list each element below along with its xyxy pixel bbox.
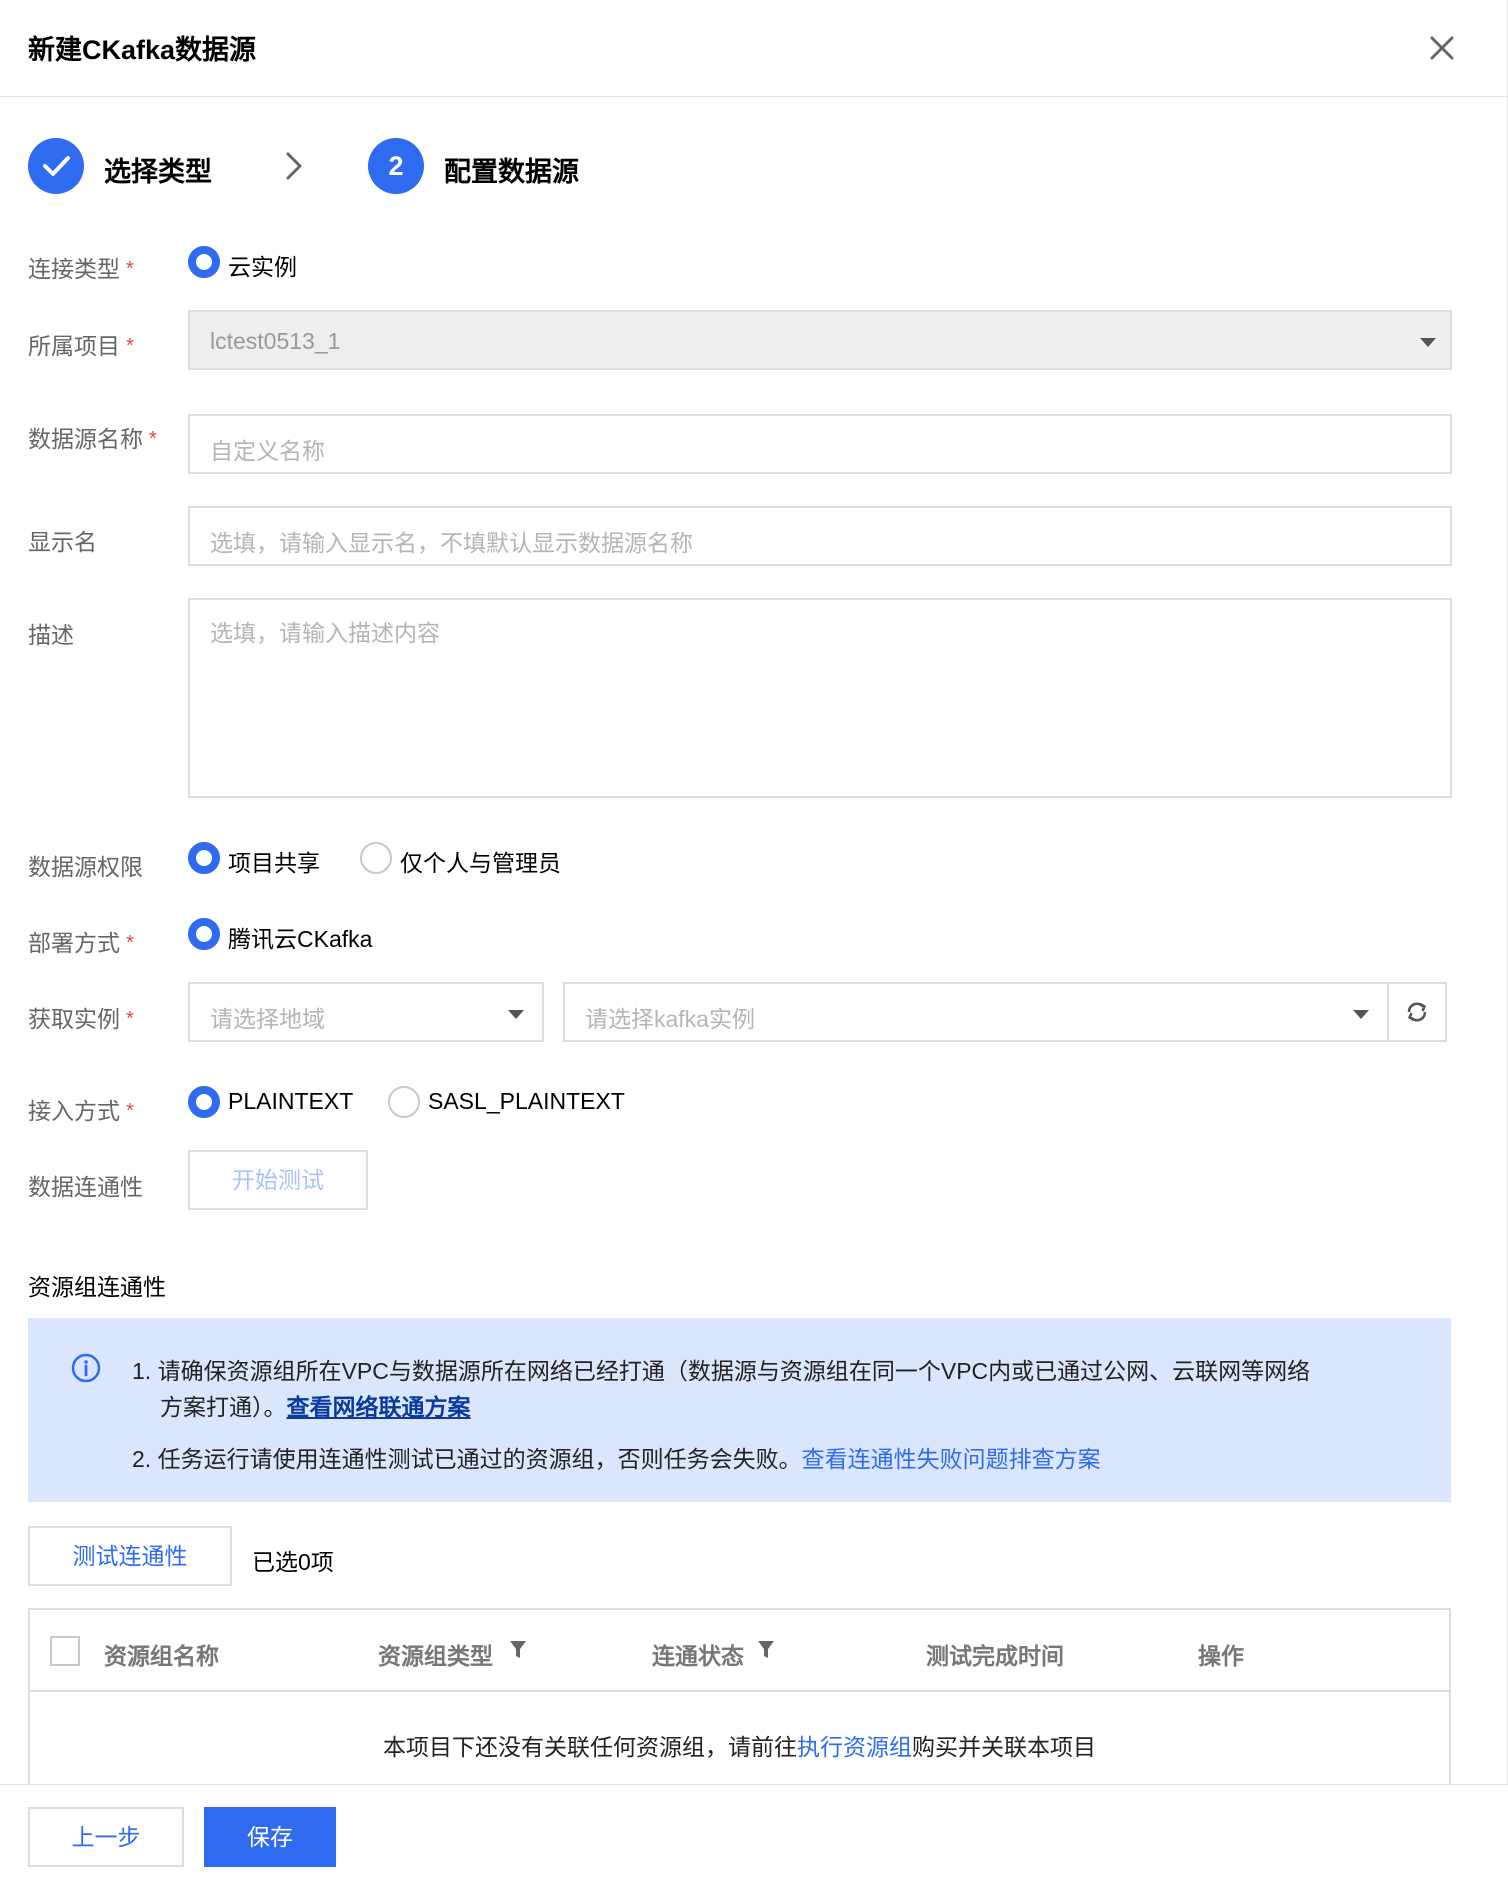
test-connectivity-button[interactable]: 测试连通性 (28, 1526, 232, 1586)
datasource-name-placeholder: 自定义名称 (210, 438, 325, 464)
col-test-time: 测试完成时间 (926, 1643, 1064, 1669)
chevron-down-icon (1353, 1010, 1369, 1019)
region-select[interactable]: 请选择地域 (188, 982, 544, 1042)
dialog-header: 新建CKafka数据源 (0, 0, 1508, 97)
info-icon (70, 1352, 102, 1389)
step-1-check-icon (28, 138, 84, 194)
connection-type-label: 连接类型 * (28, 256, 134, 282)
chevron-right-icon (282, 150, 306, 187)
table-empty-message: 本项目下还没有关联任何资源组，请前往执行资源组购买并关联本项目 (383, 1734, 1096, 1760)
display-name-input[interactable]: 选填，请输入显示名，不填默认显示数据源名称 (188, 506, 1452, 566)
prev-step-button[interactable]: 上一步 (28, 1807, 184, 1867)
notice-line-2: 方案打通）。查看网络联通方案 (160, 1394, 471, 1420)
step-1-label: 选择类型 (104, 157, 212, 187)
col-type: 资源组类型 (378, 1643, 493, 1669)
radio-sasl-plaintext[interactable] (388, 1086, 420, 1118)
display-name-label: 显示名 (28, 529, 97, 555)
dialog-footer: 上一步 保存 (0, 1784, 1508, 1884)
notice-banner: 1. 请确保资源组所在VPC与数据源所在网络已经打通（数据源与资源组在同一个VP… (28, 1318, 1451, 1502)
radio-plaintext[interactable] (188, 1086, 220, 1118)
col-status: 连通状态 (652, 1643, 744, 1669)
radio-sasl-plaintext-label: SASL_PLAINTEXT (428, 1088, 625, 1114)
description-placeholder: 选填，请输入描述内容 (210, 620, 440, 646)
col-actions: 操作 (1198, 1643, 1244, 1669)
datasource-name-input[interactable]: 自定义名称 (188, 414, 1452, 474)
resource-group-table: 资源组名称 资源组类型 连通状态 测试完成时间 操作 本项目下还没有关联任何资源… (28, 1608, 1451, 1788)
step-2-number: 2 (368, 138, 424, 194)
radio-cloud-instance[interactable] (188, 246, 220, 278)
col-name: 资源组名称 (104, 1643, 219, 1669)
description-label: 描述 (28, 622, 74, 648)
radio-personal-admin[interactable] (360, 842, 392, 874)
kafka-instance-placeholder: 请选择kafka实例 (585, 1006, 755, 1032)
filter-icon[interactable] (508, 1639, 528, 1666)
radio-project-shared-label: 项目共享 (228, 850, 320, 876)
radio-personal-admin-label: 仅个人与管理员 (400, 850, 561, 876)
notice-line-3: 2. 任务运行请使用连通性测试已通过的资源组，否则任务会失败。查看连通性失败问题… (132, 1446, 1101, 1472)
network-solution-link[interactable]: 查看网络联通方案 (287, 1394, 471, 1420)
description-textarea[interactable]: 选填，请输入描述内容 (188, 598, 1452, 798)
filter-icon[interactable] (756, 1639, 776, 1666)
resource-group-title: 资源组连通性 (28, 1274, 166, 1300)
project-value: lctest0513_1 (210, 328, 341, 354)
refresh-button[interactable] (1387, 982, 1447, 1042)
radio-cloud-instance-label: 云实例 (228, 254, 297, 280)
refresh-icon (1407, 1002, 1427, 1022)
save-button[interactable]: 保存 (204, 1807, 336, 1867)
troubleshoot-link[interactable]: 查看连通性失败问题排查方案 (802, 1446, 1101, 1472)
project-select[interactable]: lctest0513_1 (188, 310, 1452, 370)
chevron-down-icon (508, 1010, 524, 1019)
radio-tencent-ckafka[interactable] (188, 918, 220, 950)
access-mode-label: 接入方式 * (28, 1098, 134, 1124)
close-icon[interactable] (1422, 28, 1462, 68)
display-name-placeholder: 选填，请输入显示名，不填默认显示数据源名称 (210, 530, 693, 556)
table-header: 资源组名称 资源组类型 连通状态 测试完成时间 操作 (30, 1610, 1449, 1692)
kafka-instance-select[interactable]: 请选择kafka实例 (563, 982, 1389, 1042)
select-all-checkbox[interactable] (50, 1636, 80, 1666)
radio-project-shared[interactable] (188, 842, 220, 874)
start-test-button[interactable]: 开始测试 (188, 1150, 368, 1210)
notice-line-1: 1. 请确保资源组所在VPC与数据源所在网络已经打通（数据源与资源组在同一个VP… (132, 1358, 1311, 1384)
permission-label: 数据源权限 (28, 854, 143, 880)
instance-label: 获取实例 * (28, 1006, 134, 1032)
region-placeholder: 请选择地域 (210, 1006, 325, 1032)
step-2-label: 配置数据源 (444, 157, 579, 187)
exec-resource-group-link[interactable]: 执行资源组 (797, 1734, 912, 1760)
datasource-name-label: 数据源名称 * (28, 426, 157, 452)
project-label: 所属项目 * (28, 333, 134, 359)
deployment-label: 部署方式 * (28, 930, 134, 956)
radio-tencent-ckafka-label: 腾讯云CKafka (228, 926, 373, 952)
radio-plaintext-label: PLAINTEXT (228, 1088, 354, 1114)
chevron-down-icon (1420, 338, 1436, 347)
connectivity-label: 数据连通性 (28, 1174, 143, 1200)
dialog-title: 新建CKafka数据源 (28, 35, 257, 65)
selected-count: 已选0项 (252, 1549, 334, 1575)
